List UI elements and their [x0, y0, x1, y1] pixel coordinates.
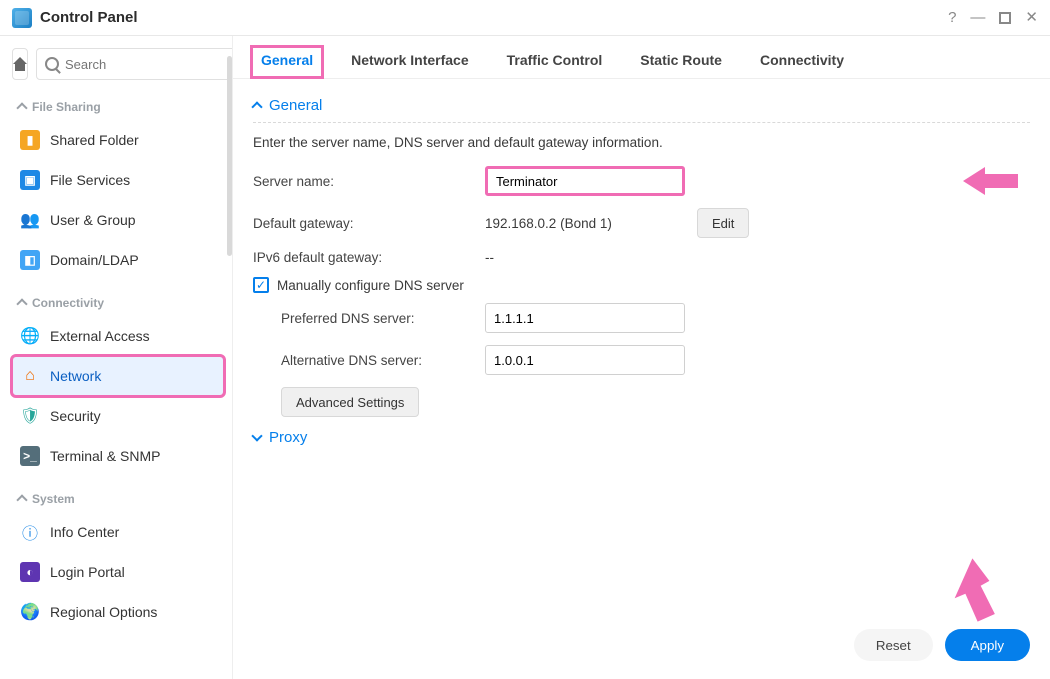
chevron-down-icon — [251, 430, 262, 441]
sidebar-item-label: Network — [50, 368, 101, 384]
sidebar-item-user-group[interactable]: 👥 User & Group — [12, 200, 224, 240]
section-system[interactable]: System — [12, 486, 224, 512]
minimize-icon[interactable]: — — [970, 10, 985, 25]
help-icon[interactable]: ? — [948, 10, 956, 25]
sidebar-item-label: Regional Options — [50, 604, 157, 620]
server-name-label: Server name: — [253, 174, 473, 189]
ipv6-gateway-label: IPv6 default gateway: — [253, 250, 473, 265]
accordion-general[interactable]: General — [253, 97, 1030, 123]
tab-traffic-control[interactable]: Traffic Control — [497, 46, 613, 78]
search-icon — [45, 57, 59, 71]
sidebar-item-security[interactable]: 🛡 Security — [12, 396, 224, 436]
chevron-up-icon — [16, 494, 27, 505]
alternative-dns-input[interactable] — [485, 345, 685, 375]
sidebar-item-terminal-snmp[interactable]: >_ Terminal & SNMP — [12, 436, 224, 476]
preferred-dns-label: Preferred DNS server: — [281, 311, 473, 326]
tab-static-route[interactable]: Static Route — [630, 46, 732, 78]
sidebar-item-label: Domain/LDAP — [50, 252, 139, 268]
server-name-input[interactable] — [485, 166, 685, 196]
content-area: General Network Interface Traffic Contro… — [232, 36, 1050, 679]
tab-connectivity[interactable]: Connectivity — [750, 46, 854, 78]
sidebar-item-label: Security — [50, 408, 101, 424]
close-icon[interactable]: ✕ — [1025, 10, 1038, 25]
accordion-proxy[interactable]: Proxy — [253, 429, 1030, 454]
section-file-sharing[interactable]: File Sharing — [12, 94, 224, 120]
alternative-dns-label: Alternative DNS server: — [281, 353, 473, 368]
terminal-icon: >_ — [20, 446, 40, 466]
sidebar-item-shared-folder[interactable]: ▮ Shared Folder — [12, 120, 224, 160]
sidebar-item-info-center[interactable]: ⓘ Info Center — [12, 512, 224, 552]
chevron-up-icon — [16, 102, 27, 113]
accordion-title: General — [269, 97, 322, 114]
domain-icon: ◧ — [20, 250, 40, 270]
sidebar-item-file-services[interactable]: ▣ File Services — [12, 160, 224, 200]
shield-icon: 🛡 — [20, 406, 40, 426]
regional-icon: 🌍 — [20, 602, 40, 622]
footer: Reset Apply — [233, 611, 1050, 679]
sidebar-item-network[interactable]: ⌂ Network — [12, 356, 224, 396]
preferred-dns-input[interactable] — [485, 303, 685, 333]
manual-dns-checkbox-row[interactable]: ✓ Manually configure DNS server — [253, 277, 1030, 293]
sidebar-item-label: Info Center — [50, 524, 119, 540]
sidebar-item-label: Terminal & SNMP — [50, 448, 160, 464]
sidebar-item-label: User & Group — [50, 212, 136, 228]
sidebar-item-external-access[interactable]: 🌐 External Access — [12, 316, 224, 356]
globe-icon: 🌐 — [20, 326, 40, 346]
maximize-icon[interactable] — [999, 12, 1011, 24]
home-button[interactable] — [12, 48, 28, 80]
checkbox-checked-icon: ✓ — [253, 277, 269, 293]
chevron-up-icon — [251, 101, 262, 112]
tab-general[interactable]: General — [251, 46, 323, 78]
file-services-icon: ▣ — [20, 170, 40, 190]
sidebar-item-label: External Access — [50, 328, 150, 344]
sidebar-item-label: Shared Folder — [50, 132, 139, 148]
section-connectivity[interactable]: Connectivity — [12, 290, 224, 316]
default-gateway-value: 192.168.0.2 (Bond 1) — [485, 216, 685, 231]
tab-network-interface[interactable]: Network Interface — [341, 46, 478, 78]
app-icon — [12, 8, 32, 28]
sidebar-item-label: Login Portal — [50, 564, 125, 580]
sidebar-item-login-portal[interactable]: ◐ Login Portal — [12, 552, 224, 592]
ipv6-gateway-value: -- — [485, 250, 685, 265]
advanced-settings-button[interactable]: Advanced Settings — [281, 387, 419, 417]
annotation-arrow-icon — [963, 161, 1023, 201]
tabs: General Network Interface Traffic Contro… — [233, 36, 1050, 79]
default-gateway-label: Default gateway: — [253, 216, 473, 231]
sidebar-item-regional-options[interactable]: 🌍 Regional Options — [12, 592, 224, 632]
network-icon: ⌂ — [20, 366, 40, 386]
sidebar-item-domain-ldap[interactable]: ◧ Domain/LDAP — [12, 240, 224, 280]
search-input[interactable] — [65, 57, 232, 72]
chevron-up-icon — [16, 298, 27, 309]
intro-text: Enter the server name, DNS server and de… — [253, 135, 1030, 150]
home-icon — [13, 57, 27, 71]
manual-dns-label: Manually configure DNS server — [277, 278, 464, 293]
edit-gateway-button[interactable]: Edit — [697, 208, 749, 238]
reset-button[interactable]: Reset — [854, 629, 933, 661]
search-input-wrapper[interactable] — [36, 48, 232, 80]
users-icon: 👥 — [20, 210, 40, 230]
sidebar: File Sharing ▮ Shared Folder ▣ File Servic… — [0, 36, 232, 679]
login-portal-icon: ◐ — [20, 562, 40, 582]
titlebar: Control Panel ? — ✕ — [0, 0, 1050, 36]
annotation-arrow-icon — [940, 555, 1010, 635]
folder-icon: ▮ — [20, 130, 40, 150]
sidebar-item-label: File Services — [50, 172, 130, 188]
info-icon: ⓘ — [20, 522, 40, 542]
accordion-title: Proxy — [269, 429, 307, 446]
window-title: Control Panel — [40, 9, 948, 26]
